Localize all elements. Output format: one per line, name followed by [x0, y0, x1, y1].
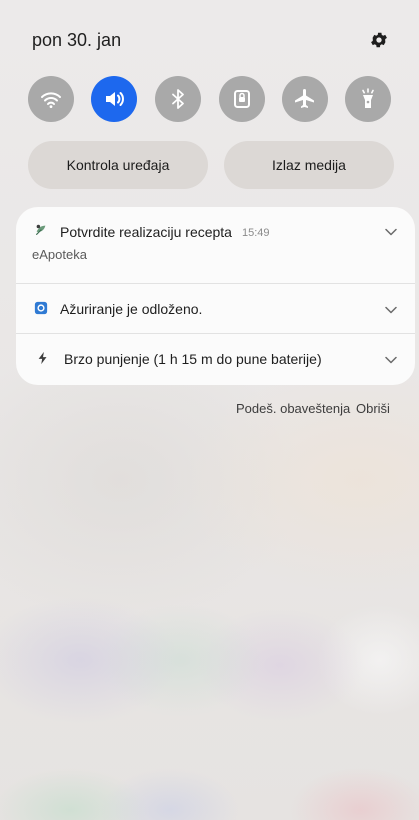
notification-settings-button[interactable]: Podeš. obaveštenja [236, 401, 350, 416]
update-app-icon [34, 301, 48, 315]
chevron-down-icon[interactable] [385, 228, 397, 236]
notification-title: Potvrdite realizaciju recepta [60, 224, 232, 240]
notification-app-name: eApoteka [32, 247, 87, 262]
notification-eapoteka[interactable]: Potvrdite realizaciju recepta 15:49 eApo… [16, 207, 415, 283]
device-control-label: Kontrola uređaja [66, 157, 170, 173]
quick-settings-row [28, 76, 391, 122]
sound-toggle[interactable] [91, 76, 137, 122]
notification-fast-charging[interactable]: Brzo punjenje (1 h 15 m do pune baterije… [16, 334, 415, 385]
wifi-toggle[interactable] [28, 76, 74, 122]
chevron-down-icon[interactable] [385, 306, 397, 314]
bluetooth-toggle[interactable] [155, 76, 201, 122]
flashlight-toggle[interactable] [345, 76, 391, 122]
notification-title: Ažuriranje je odloženo. [60, 301, 203, 317]
bluetooth-icon [172, 89, 184, 109]
airplane-mode-toggle[interactable] [282, 76, 328, 122]
notification-panel: Potvrdite realizaciju recepta 15:49 eApo… [16, 207, 415, 385]
flashlight-icon [362, 88, 374, 108]
notification-title: Brzo punjenje (1 h 15 m do pune baterije… [64, 351, 322, 367]
lock-icon [234, 90, 250, 108]
sound-icon [106, 92, 124, 106]
chevron-down-icon[interactable] [385, 356, 397, 364]
device-control-button[interactable]: Kontrola uređaja [28, 141, 208, 189]
screen-lock-toggle[interactable] [219, 76, 265, 122]
charging-icon [38, 351, 47, 365]
eapoteka-app-icon [36, 224, 46, 235]
clear-all-button[interactable]: Obriši [356, 401, 390, 416]
notification-time: 15:49 [242, 227, 270, 239]
notification-update-postponed[interactable]: Ažuriranje je odloženo. [16, 284, 415, 333]
media-output-button[interactable]: Izlaz medija [224, 141, 394, 189]
date-label: pon 30. jan [32, 30, 122, 50]
gear-icon[interactable] [369, 30, 389, 50]
airplane-icon [295, 89, 314, 108]
media-output-label: Izlaz medija [272, 157, 346, 173]
wifi-icon [41, 92, 61, 108]
